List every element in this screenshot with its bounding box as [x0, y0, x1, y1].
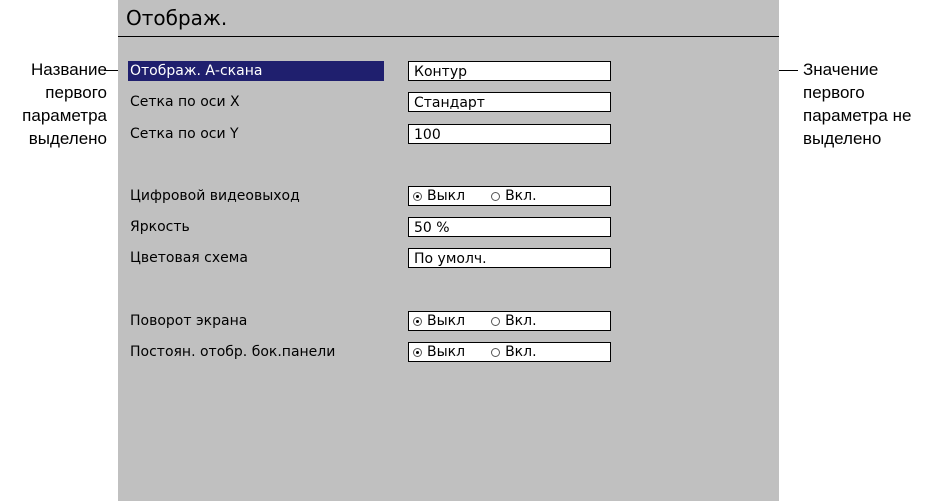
- option-label: Выкл: [427, 188, 466, 204]
- option-label: Вкл.: [505, 313, 537, 329]
- annotation-line: Название: [31, 60, 107, 79]
- option-on[interactable]: Вкл.: [491, 187, 537, 205]
- param-label-screen-rotation[interactable]: Поворот экрана: [128, 311, 247, 331]
- annotation-line: выделено: [28, 129, 107, 148]
- param-label-grid-y[interactable]: Сетка по оси Y: [128, 124, 239, 144]
- option-on[interactable]: Вкл.: [491, 343, 537, 361]
- param-label-persistent-sidebar[interactable]: Постоян. отобр. бок.панели: [128, 342, 335, 362]
- annotation-line: выделено: [803, 129, 882, 148]
- param-value-grid-x[interactable]: Стандарт: [408, 92, 611, 112]
- param-value-grid-y[interactable]: 100: [408, 124, 611, 144]
- option-label: Вкл.: [505, 344, 537, 360]
- annotation-line: параметра: [22, 106, 107, 125]
- param-value-color-scheme[interactable]: По умолч.: [408, 248, 611, 268]
- option-label: Выкл: [427, 313, 466, 329]
- annotation-unselected-value: Значение первого параметра не выделено: [803, 58, 911, 150]
- param-value-brightness[interactable]: 50 %: [408, 217, 611, 237]
- annotation-selected-name: Название первого параметра выделено: [22, 58, 107, 150]
- screen-title: Отображ.: [126, 6, 228, 30]
- param-label-grid-x[interactable]: Сетка по оси X: [128, 92, 240, 112]
- radio-unchecked-icon: [491, 316, 501, 326]
- option-on[interactable]: Вкл.: [491, 312, 537, 330]
- option-label: Выкл: [427, 344, 466, 360]
- option-off[interactable]: Выкл: [413, 343, 465, 361]
- radio-checked-icon: [413, 191, 422, 201]
- radio-unchecked-icon: [491, 347, 501, 357]
- annotation-line: первого: [803, 83, 865, 102]
- option-label: Вкл.: [505, 188, 537, 204]
- radio-unchecked-icon: [491, 191, 501, 201]
- radio-checked-icon: [413, 316, 422, 326]
- param-label-brightness[interactable]: Яркость: [128, 217, 190, 237]
- display-settings-screen: Отображ. Отображ. А-скана Контур Сетка п…: [118, 0, 779, 501]
- param-label-color-scheme[interactable]: Цветовая схема: [128, 248, 248, 268]
- annotation-line: первого: [45, 83, 107, 102]
- annotation-line: параметра не: [803, 106, 912, 125]
- param-toggle-digital-video-out: Выкл Вкл.: [408, 186, 611, 206]
- param-label-ascan-display[interactable]: Отображ. А-скана: [128, 61, 384, 81]
- param-value-ascan-display[interactable]: Контур: [408, 61, 611, 81]
- option-off[interactable]: Выкл: [413, 187, 465, 205]
- param-toggle-persistent-sidebar: Выкл Вкл.: [408, 342, 611, 362]
- option-off[interactable]: Выкл: [413, 312, 465, 330]
- annotation-line: Значение: [803, 60, 879, 79]
- radio-checked-icon: [413, 347, 422, 357]
- param-toggle-screen-rotation: Выкл Вкл.: [408, 311, 611, 331]
- title-divider: [118, 36, 779, 37]
- param-label-digital-video-out[interactable]: Цифровой видеовыход: [128, 186, 300, 206]
